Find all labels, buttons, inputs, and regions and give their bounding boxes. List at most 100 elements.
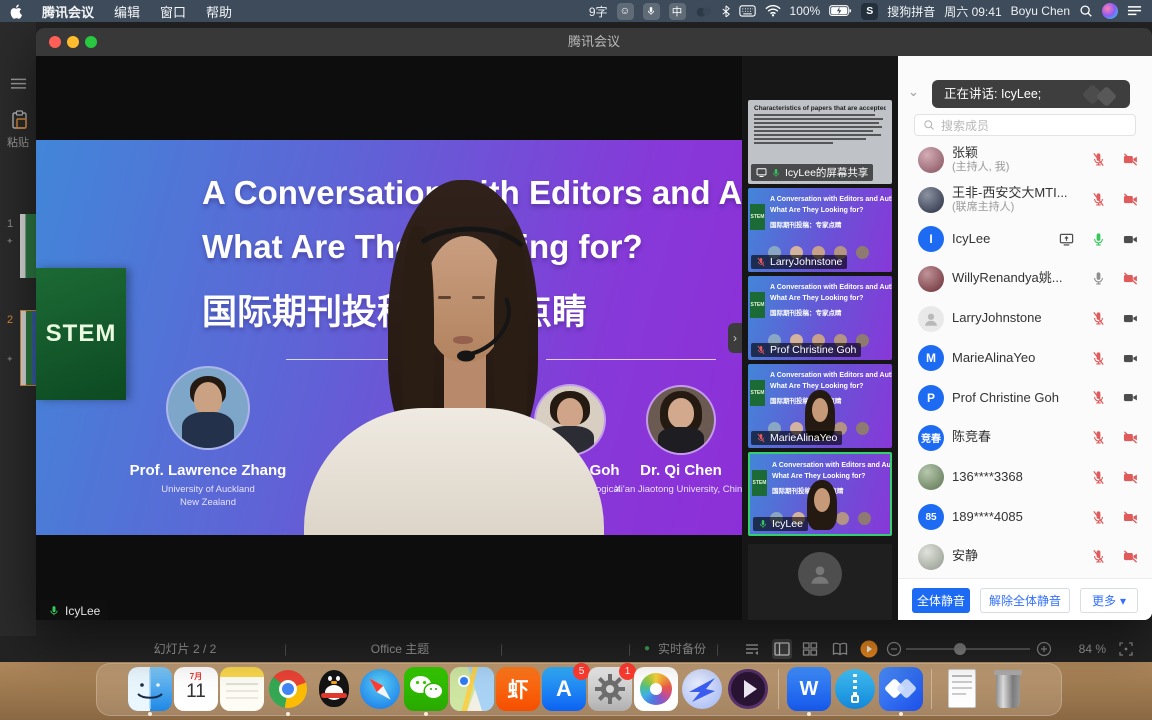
sogou-ime-icon[interactable]: S: [861, 3, 878, 20]
thumbnail-active-speaker[interactable]: STEM A Conversation with Editors and Aut…: [748, 452, 892, 536]
slide-sorter-view-icon[interactable]: [802, 641, 818, 657]
search-members-input[interactable]: 搜索成员: [914, 114, 1136, 136]
member-row[interactable]: MMarieAlinaYeo: [898, 338, 1152, 378]
thumbnail-participant[interactable]: STEM A Conversation with Editors and Aut…: [748, 364, 892, 448]
collapse-panel-handle[interactable]: ›: [728, 323, 742, 353]
normal-view-icon[interactable]: [772, 639, 792, 659]
camera-on-icon[interactable]: [1122, 311, 1138, 326]
slideshow-play-icon[interactable]: [860, 640, 878, 658]
dock-icon-chrome[interactable]: [266, 667, 310, 715]
zoom-slider-track[interactable]: [906, 648, 1030, 650]
member-row[interactable]: 竞春陈竞春: [898, 418, 1152, 458]
dock-icon-player[interactable]: [726, 667, 770, 715]
more-button[interactable]: 更多▾: [1080, 588, 1138, 613]
slide-2-thumbnail[interactable]: [20, 310, 37, 386]
dock-icon-maps[interactable]: [450, 667, 494, 715]
notification-center-icon[interactable]: [1127, 5, 1142, 16]
keyboard-icon[interactable]: [739, 5, 756, 17]
slide-1-number[interactable]: 1: [7, 218, 13, 230]
dictation-mic-icon[interactable]: [643, 3, 660, 20]
emoji-input-icon[interactable]: ☺: [617, 3, 634, 20]
input-language-icon[interactable]: 中: [669, 3, 686, 20]
dock-icon-notes[interactable]: [220, 667, 264, 715]
mic-off-icon[interactable]: [1090, 549, 1106, 564]
notes-view-icon[interactable]: [744, 641, 760, 657]
camera-off-icon[interactable]: [1122, 470, 1138, 485]
spotlight-search-icon[interactable]: [1079, 4, 1093, 18]
camera-off-icon[interactable]: [1122, 271, 1138, 286]
battery-icon[interactable]: [829, 5, 852, 17]
member-row[interactable]: WillyRenandya姚...: [898, 259, 1152, 299]
unmute-all-button[interactable]: 解除全体静音: [980, 588, 1070, 613]
zoom-slider-handle[interactable]: [954, 643, 966, 655]
mic-off-icon[interactable]: [1090, 470, 1106, 485]
dock-icon-appstore[interactable]: A5: [542, 667, 586, 715]
dock-icon-xiami[interactable]: 虾: [496, 667, 540, 715]
menu-window[interactable]: 窗口: [160, 2, 186, 21]
mic-off-icon[interactable]: [1090, 430, 1106, 445]
thumbnail-participant[interactable]: STEM A Conversation with Editors and Aut…: [748, 188, 892, 272]
dock-icon-zip[interactable]: [833, 667, 877, 715]
menu-edit[interactable]: 编辑: [114, 2, 140, 21]
camera-off-icon[interactable]: [1122, 549, 1138, 564]
zoom-percent[interactable]: 84 %: [1062, 636, 1106, 662]
camera-off-icon[interactable]: [1122, 430, 1138, 445]
backup-status-label[interactable]: 实时备份: [658, 636, 706, 662]
chevron-down-icon[interactable]: ⌄: [908, 84, 919, 100]
wifi-icon[interactable]: [765, 5, 781, 17]
mic-off-icon[interactable]: [1090, 311, 1106, 326]
dock-icon-documents[interactable]: [940, 667, 984, 715]
mic-off-icon[interactable]: [1090, 192, 1106, 207]
dock-icon-photos[interactable]: [634, 667, 678, 715]
sogou-cloud-icon[interactable]: [695, 5, 713, 18]
member-row[interactable]: 王非-西安交大MTI...(联席主持人): [898, 180, 1152, 220]
dock-icon-safari[interactable]: [358, 667, 402, 715]
bluetooth-icon[interactable]: [722, 5, 730, 18]
main-video-stage[interactable]: STEM A Conversation with Editors and Aut…: [36, 56, 742, 620]
mic-off-icon[interactable]: [1090, 152, 1106, 167]
member-row[interactable]: PProf Christine Goh: [898, 378, 1152, 418]
slide-2-number[interactable]: 2: [7, 314, 13, 326]
mic-off-icon[interactable]: [1090, 390, 1106, 405]
member-row[interactable]: 张颖(主持人, 我): [898, 140, 1152, 180]
mic-off-icon[interactable]: [1090, 351, 1106, 366]
user-name[interactable]: Boyu Chen: [1011, 4, 1070, 18]
member-row[interactable]: 安静: [898, 537, 1152, 577]
wps-paste-label[interactable]: 粘贴: [7, 134, 29, 150]
member-row[interactable]: 85189****4085: [898, 497, 1152, 537]
ime-name[interactable]: 搜狗拼音: [887, 3, 935, 20]
camera-on-icon[interactable]: [1122, 390, 1138, 405]
wps-hamburger-icon[interactable]: [10, 78, 27, 89]
dock-icon-settings[interactable]: 1: [588, 667, 632, 715]
dock-icon-calendar[interactable]: 7月11: [174, 667, 218, 715]
mute-all-button[interactable]: 全体静音: [912, 588, 970, 613]
theme-name[interactable]: Office 主题: [340, 636, 460, 662]
menu-app-name[interactable]: 腾讯会议: [42, 2, 94, 21]
mic-idle-icon[interactable]: [1090, 271, 1106, 286]
screen-sharing-icon[interactable]: [1058, 232, 1074, 247]
wps-paste-icon[interactable]: [11, 110, 29, 130]
slide-1-thumbnail[interactable]: [20, 214, 36, 278]
member-row[interactable]: LarryJohnstone: [898, 299, 1152, 339]
thumbnail-participant[interactable]: STEM A Conversation with Editors and Aut…: [748, 276, 892, 360]
thumbnail-partial[interactable]: [748, 544, 892, 620]
dock-icon-wechat[interactable]: [404, 667, 448, 715]
camera-off-icon[interactable]: [1122, 152, 1138, 167]
camera-off-icon[interactable]: [1122, 192, 1138, 207]
member-row[interactable]: IIcyLee: [898, 219, 1152, 259]
camera-off-icon[interactable]: [1122, 510, 1138, 525]
dock-icon-thunder[interactable]: [680, 667, 724, 715]
zoom-out-icon[interactable]: [886, 641, 902, 657]
window-titlebar[interactable]: 腾讯会议: [36, 28, 1152, 56]
fit-to-window-icon[interactable]: [1118, 641, 1134, 657]
dock-icon-wps[interactable]: W: [787, 667, 831, 715]
mic-off-icon[interactable]: [1090, 510, 1106, 525]
mic-on-icon[interactable]: [1090, 232, 1106, 247]
dock-icon-trash[interactable]: [986, 667, 1030, 715]
dock-icon-tencent-meeting[interactable]: [879, 667, 923, 715]
dock-icon-qq[interactable]: [312, 667, 356, 715]
menubar-clock[interactable]: 周六 09:41: [944, 3, 1001, 20]
dock-icon-finder[interactable]: [128, 667, 172, 715]
camera-on-icon[interactable]: [1122, 351, 1138, 366]
thumbnail-screenshare[interactable]: Characteristics of papers that are accep…: [748, 100, 892, 184]
